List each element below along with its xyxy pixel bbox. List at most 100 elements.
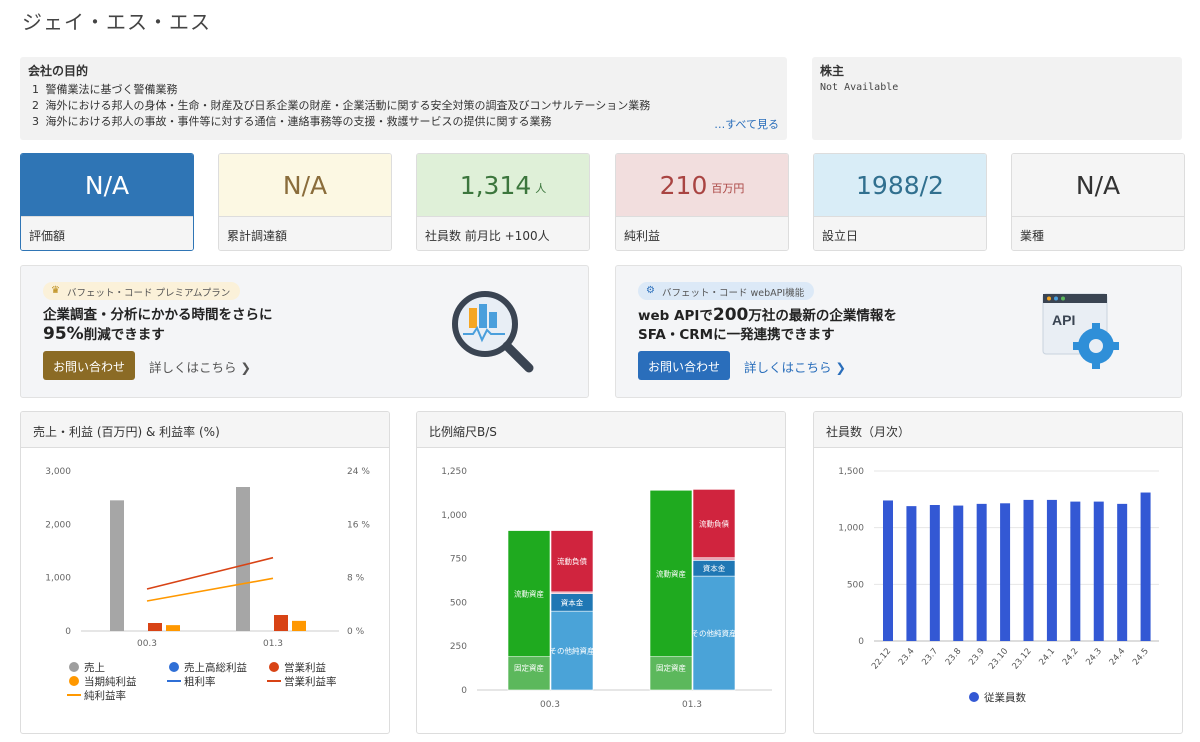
legend-label: 当期純利益 <box>84 675 137 688</box>
x-tick-label: 22.12 <box>870 647 893 672</box>
x-tick-label: 23.4 <box>897 647 917 668</box>
stat-value: 1,314 <box>459 170 532 200</box>
bs-chart: 0 250 500 750 1,000 1,250 00.3 01.3 固定資産 流動資産固定資産… <box>441 467 772 710</box>
stat-value: N/A <box>1075 170 1121 200</box>
premium-headline: 企業調査・分析にかかる時間をさらに 95%削減できます <box>43 307 273 344</box>
bar-2 <box>166 625 180 631</box>
gear-icon: ⚙ <box>646 285 655 296</box>
stat-unit: 百万円 <box>711 182 745 195</box>
company-purpose-box: 会社の目的 1 警備業法に基づく警備業務 2 海外における邦人の身体・生命・財産… <box>20 57 787 140</box>
legend-marker <box>69 676 79 686</box>
stat-card: N/A 業種 <box>1011 153 1185 251</box>
employee-bar <box>1023 499 1034 641</box>
stat-card: 1,314 人社員数 前月比 +100人 <box>416 153 590 251</box>
crown-icon: ♛ <box>51 285 60 296</box>
webapi-pill: ⚙ バフェット・コード webAPI機能 <box>638 282 815 300</box>
learn-more-link-webapi[interactable]: 詳しくはこちら ❯ <box>744 357 846 376</box>
segment-label: その他純資産 <box>550 646 595 656</box>
legend-marker <box>969 692 979 702</box>
x-tick-label: 24.3 <box>1084 647 1104 668</box>
x-tick-label: 01.3 <box>263 639 283 649</box>
employee-bar <box>1000 503 1011 641</box>
x-tick-label: 23.10 <box>987 647 1010 672</box>
x-tick-label: 01.3 <box>682 700 702 710</box>
purpose-list: 1 警備業法に基づく警備業務 2 海外における邦人の身体・生命・財産及び日系企業… <box>28 82 779 130</box>
bar-2 <box>292 620 306 631</box>
contact-button-webapi[interactable]: お問い合わせ <box>638 351 731 380</box>
segment-label: 固定資産 <box>656 663 686 673</box>
legend-label: 粗利率 <box>184 675 216 688</box>
employee-bar <box>1093 501 1104 641</box>
x-tick-label: 24.5 <box>1131 647 1151 668</box>
y2-tick-label: 0 % <box>347 627 365 637</box>
stat-label: 累計調達額 <box>219 216 391 250</box>
segment-label: 流動負債 <box>699 519 729 529</box>
x-tick-label: 24.1 <box>1037 647 1057 668</box>
y-tick-label: 1,000 <box>838 524 864 534</box>
employee-chart-panel: 社員数（月次） 0 500 1,000 1,500 22.12 23.4 23.7 23.8 2… <box>813 411 1183 734</box>
purpose-heading: 会社の目的 <box>28 64 89 78</box>
bs-chart-panel: 比例縮尺B/S 0 250 500 750 1,000 1,250 00.3 01.3 固定資産… <box>416 411 786 734</box>
x-tick-label: 24.4 <box>1108 647 1128 668</box>
bs-chart-title: 比例縮尺B/S <box>417 412 785 448</box>
stat-value: 210 <box>659 170 708 200</box>
shareholders-value: Not Available <box>820 82 899 93</box>
premium-plan-banner: ♛ バフェット・コード プレミアムプラン 企業調査・分析にかかる時間をさらに 9… <box>20 265 589 398</box>
ratio-line-1 <box>146 577 274 602</box>
learn-more-link-premium[interactable]: 詳しくはこちら ❯ <box>149 357 251 376</box>
y-tick-label: 3,000 <box>45 467 71 477</box>
legend-label: 営業利益 <box>284 661 326 674</box>
legend-label: 従業員数 <box>984 691 1026 704</box>
y-tick-label: 0 <box>858 637 864 647</box>
shareholders-heading: 株主 <box>820 64 845 78</box>
asset-segment <box>649 656 693 691</box>
bar-0 <box>110 500 124 631</box>
purpose-item: 3 海外における邦人の事故・事件等に対する通信・連絡事務等の支援・救護サービスの… <box>32 115 552 128</box>
employee-bar <box>883 500 893 641</box>
stat-value: 1988/2 <box>856 170 944 200</box>
stat-value: N/A <box>282 170 328 200</box>
ratio-line-0 <box>146 556 274 590</box>
legend-label: 売上 <box>84 661 105 674</box>
purpose-item: 1 警備業法に基づく警備業務 <box>32 83 178 96</box>
chevron-right-icon: ❯ <box>240 360 251 375</box>
stat-label: 純利益 <box>616 216 788 250</box>
x-tick-label: 00.3 <box>540 700 560 710</box>
employee-bar <box>976 503 987 641</box>
segment-label: 流動負債 <box>557 556 587 566</box>
bar-1 <box>274 615 288 631</box>
x-tick-label: 23.12 <box>1010 647 1033 672</box>
premium-plan-pill: ♛ バフェット・コード プレミアムプラン <box>43 282 241 300</box>
stat-label: 設立日 <box>814 216 986 250</box>
bar-1 <box>148 623 162 631</box>
legend-marker <box>69 662 79 672</box>
stat-label: 評価額 <box>21 216 193 250</box>
shareholders-box: 株主 Not Available <box>812 57 1182 140</box>
pl-chart: 0 1,000 2,000 3,000 0 % 8 % 16 % 24 % 00.3 01.3 売上… <box>45 467 370 702</box>
employee-chart-title: 社員数（月次） <box>814 412 1182 448</box>
y-tick-label: 1,000 <box>441 511 467 521</box>
employee-bar <box>953 505 964 641</box>
legend-label: 純利益率 <box>84 689 126 702</box>
employee-chart: 0 500 1,000 1,500 22.12 23.4 23.7 23.8 23.9 23.10… <box>838 467 1159 704</box>
employee-bar <box>1070 501 1081 641</box>
x-tick-label: 23.9 <box>967 647 987 668</box>
y-tick-label: 500 <box>450 598 467 608</box>
y-tick-label: 750 <box>450 555 467 565</box>
y2-tick-label: 24 % <box>347 467 370 477</box>
employee-bar <box>1117 503 1128 641</box>
bar-0 <box>236 487 250 631</box>
contact-button-premium[interactable]: お問い合わせ <box>43 351 136 380</box>
y-tick-label: 0 <box>461 686 467 696</box>
x-tick-label: 23.7 <box>920 647 940 668</box>
see-all-link[interactable]: …すべて見る <box>714 116 779 132</box>
api-label: API <box>1052 312 1075 328</box>
stat-card: 1988/2 設立日 <box>813 153 987 251</box>
pl-chart-panel: 売上・利益 (百万円) & 利益率 (%) 0 1,000 2,000 3,000 0 … <box>20 411 390 734</box>
legend-label: 営業利益率 <box>284 675 337 688</box>
y-tick-label: 1,000 <box>45 574 71 584</box>
webapi-banner: ⚙ バフェット・コード webAPI機能 web APIで200万社の最新の企業… <box>615 265 1182 398</box>
y-tick-label: 500 <box>847 580 864 590</box>
segment-label: 固定資産 <box>514 663 544 673</box>
legend-marker <box>269 662 279 672</box>
